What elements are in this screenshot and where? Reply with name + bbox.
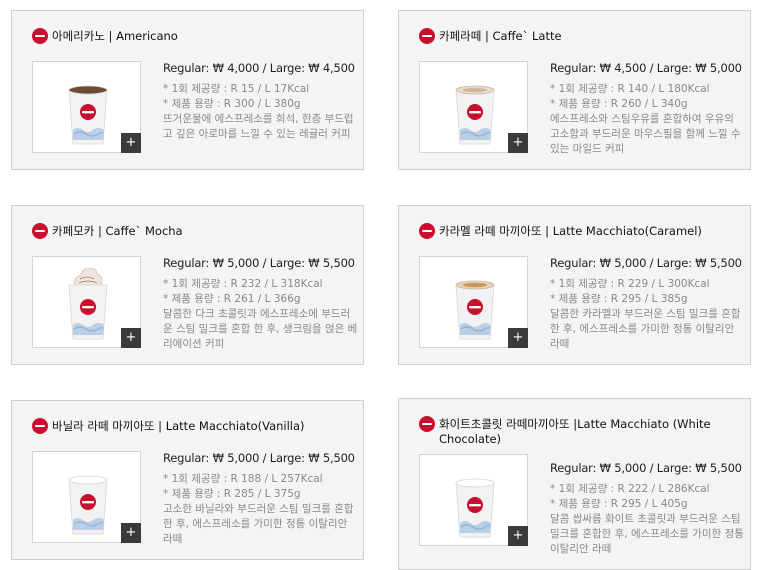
product-card-caramel-macchiato: 카라멜 라떼 마끼아또 | Latte Macchiato(Caramel) +… (398, 205, 751, 365)
coffee-cup-icon (455, 478, 495, 538)
coffee-cup-icon (455, 280, 495, 340)
product-description: 달콤한 카라멜과 부드러운 스팀 밀크를 혼합 한 후, 에스프레소를 가미한 … (550, 308, 741, 350)
product-card-vanilla-macchiato: 바닐라 라떼 마끼아또 | Latte Macchiato(Vanilla) +… (11, 400, 364, 560)
coffee-cup-icon (68, 268, 108, 340)
product-info: Regular: ₩ 4,500 / Large: ₩ 5,000 * 1회 제… (550, 61, 745, 157)
product-price: Regular: ₩ 5,000 / Large: ₩ 5,500 (163, 256, 355, 270)
product-image[interactable]: + (32, 451, 141, 543)
product-description: 달콤 쌉싸름 화이트 초콜릿과 부드러운 스팀 밀크를 혼합한 후, 에스프레소… (550, 513, 744, 555)
product-kcal: * 1회 제공량 : R 232 / L 318Kcal (163, 278, 323, 290)
product-kcal: * 1회 제공량 : R 15 / L 17Kcal (163, 83, 310, 95)
product-kcal: * 1회 제공량 : R 229 / L 300Kcal (550, 278, 710, 290)
product-info: Regular: ₩ 5,000 / Large: ₩ 5,500 * 1회 제… (163, 256, 358, 352)
product-volume: * 제품 용량 : R 260 / L 340g (550, 98, 688, 110)
coffee-cup-icon (68, 475, 108, 535)
coffee-cup-icon (68, 85, 108, 145)
zoom-plus-button[interactable]: + (121, 523, 141, 543)
product-price: Regular: ₩ 4,500 / Large: ₩ 5,000 (550, 61, 742, 75)
product-card-caffe-mocha: 카페모카 | Caffe` Mocha + Regular: ₩ 5,000 /… (11, 205, 364, 365)
product-description: 뜨거운물에 에스프레소를 희석, 한층 부드럽고 깊은 아로마를 느낄 수 있는… (163, 113, 354, 140)
zoom-plus-button[interactable]: + (508, 526, 528, 546)
coffee-cup-icon (455, 85, 495, 145)
product-kcal: * 1회 제공량 : R 222 / L 286Kcal (550, 483, 710, 495)
brand-logo-icon (32, 223, 48, 239)
brand-logo-icon (419, 223, 435, 239)
product-info: Regular: ₩ 5,000 / Large: ₩ 5,500 * 1회 제… (550, 256, 745, 352)
brand-logo-icon (419, 416, 435, 432)
product-title: 카페라떼 | Caffe` Latte (419, 28, 738, 44)
zoom-plus-button[interactable]: + (508, 328, 528, 348)
product-title-text: 화이트초콜릿 라떼마끼아또 |Latte Macchiato (White Ch… (439, 417, 711, 446)
product-title-text: 카페라떼 | Caffe` Latte (439, 29, 562, 43)
product-description: 고소한 바닐라와 부드러운 스팀 밀크를 혼합 한 후, 에스프레소를 가미한 … (163, 503, 354, 545)
product-volume: * 제품 용량 : R 295 / L 405g (550, 498, 688, 510)
product-volume: * 제품 용량 : R 285 / L 375g (163, 488, 301, 500)
product-image[interactable]: + (419, 61, 528, 153)
brand-logo-icon (419, 28, 435, 44)
product-image[interactable]: + (419, 256, 528, 348)
product-price: Regular: ₩ 5,000 / Large: ₩ 5,500 (163, 451, 355, 465)
product-volume: * 제품 용량 : R 300 / L 380g (163, 98, 301, 110)
product-title: 바닐라 라떼 마끼아또 | Latte Macchiato(Vanilla) (32, 418, 351, 434)
zoom-plus-button[interactable]: + (121, 133, 141, 153)
product-title-text: 아메리카노 | Americano (52, 29, 178, 43)
product-card-americano: 아메리카노 | Americano + Regular: ₩ 4,000 / L… (11, 10, 364, 170)
product-price: Regular: ₩ 5,000 / Large: ₩ 5,500 (550, 461, 742, 475)
product-title-text: 카페모카 | Caffe` Mocha (52, 224, 183, 238)
product-image[interactable]: + (419, 454, 528, 546)
product-title: 카페모카 | Caffe` Mocha (32, 223, 351, 239)
product-image[interactable]: + (32, 256, 141, 348)
brand-logo-icon (32, 418, 48, 434)
product-title: 아메리카노 | Americano (32, 28, 351, 44)
product-title: 카라멜 라떼 마끼아또 | Latte Macchiato(Caramel) (419, 223, 738, 239)
product-volume: * 제품 용량 : R 295 / L 385g (550, 293, 688, 305)
product-title: 화이트초콜릿 라떼마끼아또 |Latte Macchiato (White Ch… (419, 416, 738, 447)
product-kcal: * 1회 제공량 : R 188 / L 257Kcal (163, 473, 323, 485)
brand-logo-icon (32, 28, 48, 44)
product-card-caffe-latte: 카페라떼 | Caffe` Latte + Regular: ₩ 4,500 /… (398, 10, 751, 170)
product-description: 달콤한 다크 초콜릿과 에스프레소에 부드러운 스팀 밀크를 혼합 한 후, 생… (163, 308, 358, 350)
zoom-plus-button[interactable]: + (508, 133, 528, 153)
product-volume: * 제품 용량 : R 261 / L 366g (163, 293, 301, 305)
product-description: 에스프레소와 스팀우유를 혼합하여 우유의 고소함과 부드러운 마우스필을 함께… (550, 113, 741, 155)
product-price: Regular: ₩ 4,000 / Large: ₩ 4,500 (163, 61, 355, 75)
product-info: Regular: ₩ 5,000 / Large: ₩ 5,500 * 1회 제… (550, 461, 745, 557)
product-info: Regular: ₩ 4,000 / Large: ₩ 4,500 * 1회 제… (163, 61, 358, 142)
product-title-text: 카라멜 라떼 마끼아또 | Latte Macchiato(Caramel) (439, 224, 702, 238)
product-info: Regular: ₩ 5,000 / Large: ₩ 5,500 * 1회 제… (163, 451, 358, 547)
product-kcal: * 1회 제공량 : R 140 / L 180Kcal (550, 83, 710, 95)
product-title-text: 바닐라 라떼 마끼아또 | Latte Macchiato(Vanilla) (52, 419, 305, 433)
zoom-plus-button[interactable]: + (121, 328, 141, 348)
product-price: Regular: ₩ 5,000 / Large: ₩ 5,500 (550, 256, 742, 270)
product-grid: 아메리카노 | Americano + Regular: ₩ 4,000 / L… (0, 0, 761, 570)
product-card-white-chocolate-macchiato: 화이트초콜릿 라떼마끼아또 |Latte Macchiato (White Ch… (398, 398, 751, 570)
product-image[interactable]: + (32, 61, 141, 153)
